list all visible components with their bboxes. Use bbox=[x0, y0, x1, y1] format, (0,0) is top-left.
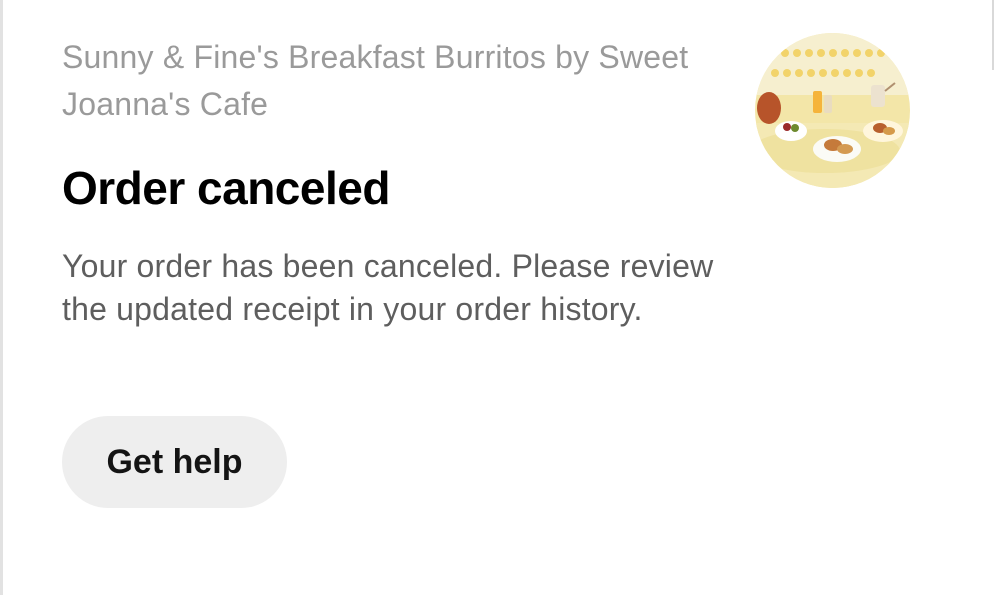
order-status-title: Order canceled bbox=[62, 162, 390, 214]
get-help-button[interactable]: Get help bbox=[62, 416, 287, 508]
food-photo-icon bbox=[755, 33, 910, 188]
order-status-card: Sunny & Fine's Breakfast Burritos by Swe… bbox=[0, 0, 1000, 595]
restaurant-thumbnail[interactable] bbox=[755, 33, 910, 188]
restaurant-name: Sunny & Fine's Breakfast Burritos by Swe… bbox=[62, 39, 689, 122]
scrollbar[interactable] bbox=[992, 0, 994, 70]
left-divider bbox=[0, 0, 3, 595]
order-status-message: Your order has been canceled. Please rev… bbox=[62, 248, 714, 327]
